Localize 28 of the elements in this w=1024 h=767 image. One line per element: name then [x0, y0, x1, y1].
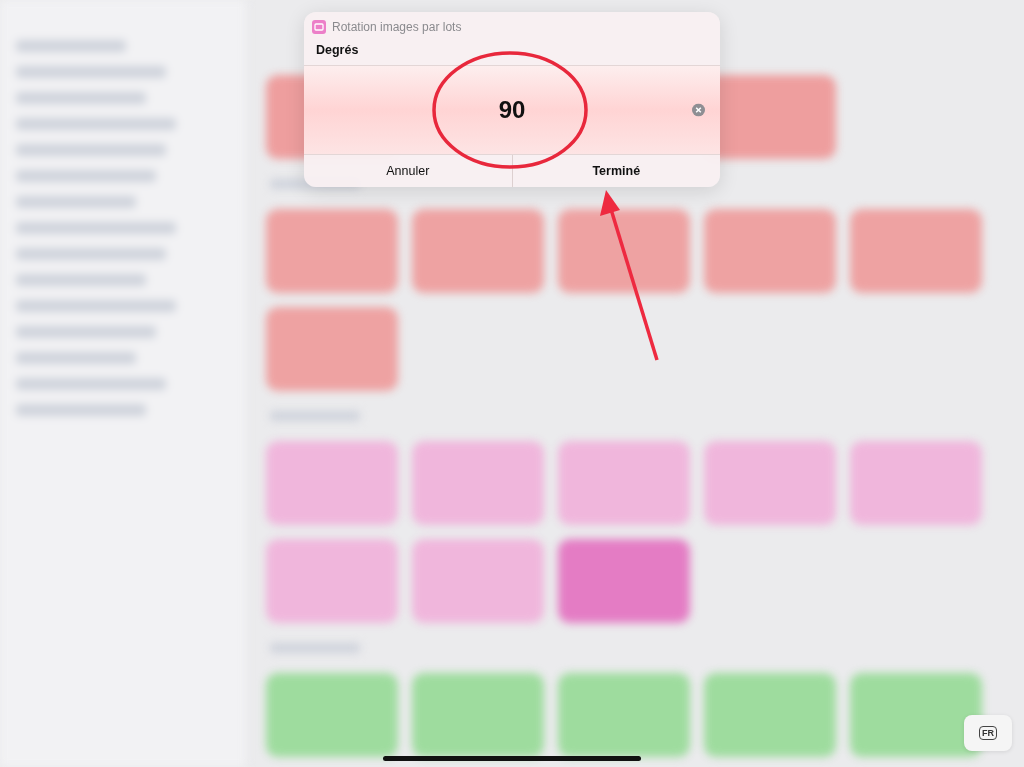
- image-icon: [312, 20, 326, 34]
- shortcut-tile[interactable]: [266, 673, 398, 757]
- cancel-button[interactable]: Annuler: [304, 155, 512, 187]
- shortcut-tile[interactable]: [412, 539, 544, 623]
- clear-icon[interactable]: [692, 103, 705, 117]
- shortcut-tile[interactable]: [704, 209, 836, 293]
- keyboard-language-button[interactable]: FR: [964, 715, 1012, 751]
- input-field[interactable]: 90: [304, 65, 720, 155]
- shortcut-tile[interactable]: [704, 441, 836, 525]
- shortcut-tile[interactable]: [558, 673, 690, 757]
- done-button[interactable]: Terminé: [511, 155, 720, 187]
- shortcut-tile[interactable]: [266, 307, 398, 391]
- shortcut-tile[interactable]: [266, 441, 398, 525]
- shortcut-tile[interactable]: [704, 673, 836, 757]
- shortcut-tile[interactable]: [558, 209, 690, 293]
- shortcut-tile[interactable]: [558, 441, 690, 525]
- shortcut-tile[interactable]: [850, 209, 982, 293]
- shortcut-tile[interactable]: [266, 209, 398, 293]
- shortcut-tile[interactable]: [850, 441, 982, 525]
- shortcut-tile[interactable]: [412, 673, 544, 757]
- shortcut-tile[interactable]: [850, 673, 982, 757]
- shortcut-tile[interactable]: [412, 209, 544, 293]
- field-label: Degrés: [315, 42, 360, 59]
- shortcut-tile[interactable]: [266, 539, 398, 623]
- home-indicator[interactable]: [383, 756, 641, 761]
- shortcut-tile[interactable]: [558, 539, 690, 623]
- shortcut-tile[interactable]: [412, 441, 544, 525]
- app-title: Rotation images par lots: [332, 20, 462, 34]
